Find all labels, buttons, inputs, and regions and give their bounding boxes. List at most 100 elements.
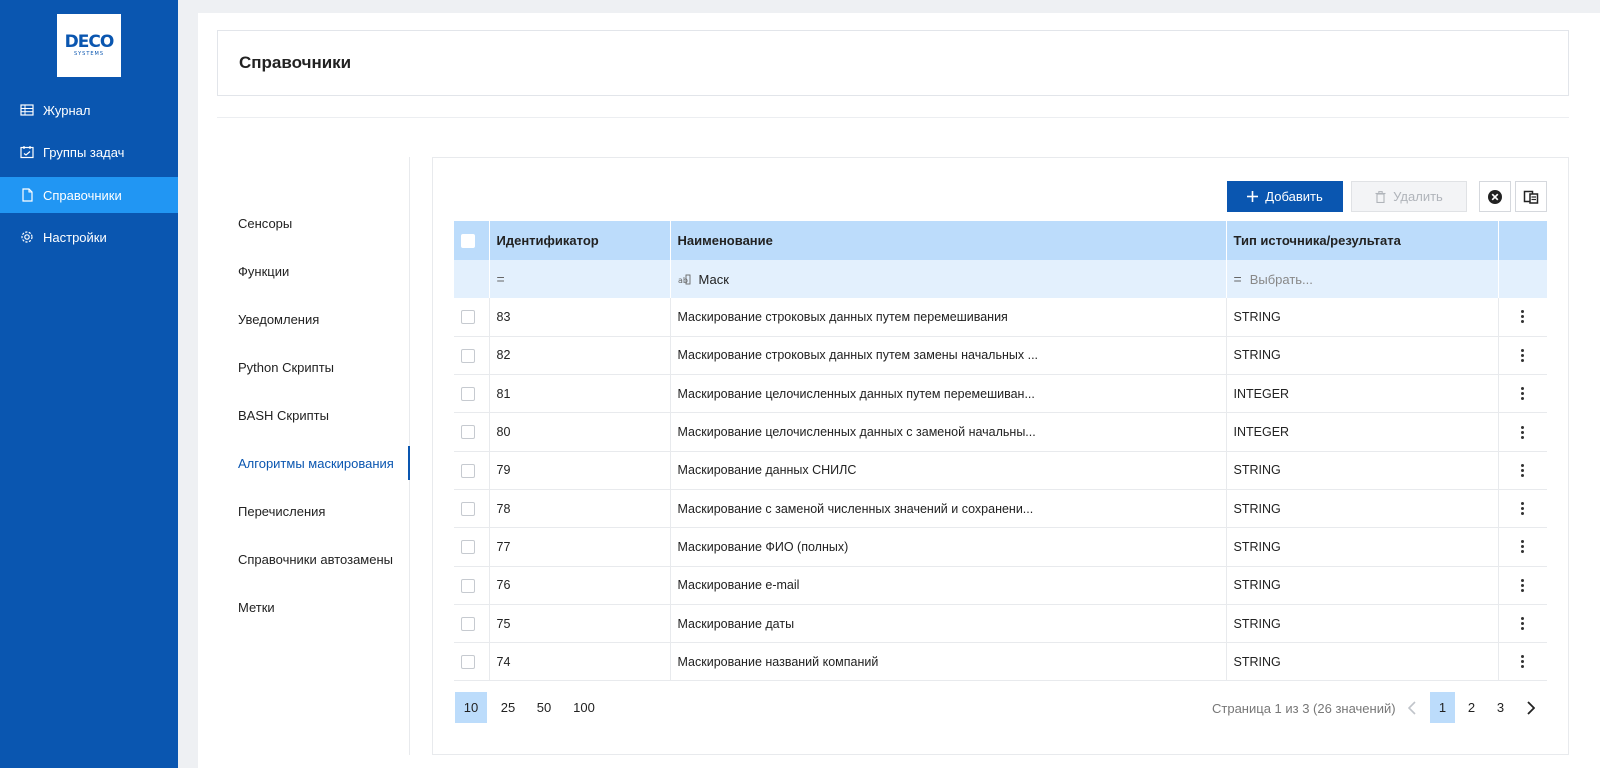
- row-name: Маскирование ФИО (полных): [670, 527, 1227, 567]
- row-name: Маскирование строковых данных путем заме…: [670, 336, 1227, 376]
- row-menu-icon[interactable]: [1506, 425, 1541, 439]
- chevron-right-icon: [1526, 700, 1535, 715]
- logo-subtext: SYSTEMS: [73, 50, 105, 57]
- filter-cell-type[interactable]: =: [1226, 260, 1499, 298]
- subnav-item-masking-algorithms[interactable]: Алгоритмы маскирования: [238, 456, 394, 471]
- next-page-button[interactable]: [1518, 692, 1543, 723]
- subnav-item-functions[interactable]: Функции: [238, 264, 289, 279]
- table-row[interactable]: 77 Маскирование ФИО (полных) STRING: [454, 527, 1547, 567]
- add-button-label: Добавить: [1265, 189, 1323, 204]
- logo[interactable]: DECO SYSTEMS: [57, 14, 121, 77]
- subnav-item-python-scripts[interactable]: Python Скрипты: [238, 360, 334, 375]
- table-header-row: Идентификатор Наименование Тип источника…: [454, 221, 1547, 260]
- row-name: Маскирование с заменой численных значени…: [670, 489, 1227, 529]
- delete-button[interactable]: Удалить: [1351, 181, 1467, 212]
- sidebar-item-label: Справочники: [43, 187, 122, 203]
- row-checkbox[interactable]: [461, 655, 475, 670]
- row-menu-icon[interactable]: [1506, 463, 1541, 477]
- table-row[interactable]: 76 Маскирование e-mail STRING: [454, 566, 1547, 605]
- row-checkbox[interactable]: [461, 540, 475, 555]
- filter-cell-name[interactable]: ab: [670, 260, 1227, 298]
- row-checkbox[interactable]: [461, 387, 475, 402]
- row-type: STRING: [1226, 642, 1499, 682]
- type-filter-select[interactable]: [1249, 271, 1450, 287]
- prev-page-button[interactable]: [1399, 692, 1424, 723]
- table-row[interactable]: 75 Маскирование даты STRING: [454, 604, 1547, 644]
- page-size-10[interactable]: 10: [455, 692, 487, 723]
- row-id: 77: [489, 527, 671, 567]
- subnav-item-autoreplace[interactable]: Справочники автозамены: [238, 552, 393, 567]
- sidebar-item-task-groups[interactable]: Группы задач: [0, 134, 178, 170]
- page-button-3[interactable]: 3: [1488, 692, 1513, 723]
- subnav-item-tags[interactable]: Метки: [238, 600, 275, 615]
- page-title: Справочники: [239, 53, 352, 72]
- row-id: 82: [489, 336, 671, 376]
- column-header-actions: [1498, 221, 1547, 260]
- plus-icon: [1247, 191, 1259, 202]
- row-id: 81: [489, 374, 671, 414]
- subnav-item-bash-scripts[interactable]: BASH Скрипты: [238, 408, 329, 423]
- row-checkbox[interactable]: [461, 348, 475, 363]
- row-type: STRING: [1226, 489, 1499, 529]
- row-menu-icon[interactable]: [1506, 310, 1541, 324]
- filter-cell-actions: [1498, 260, 1547, 298]
- row-id: 83: [489, 298, 671, 337]
- row-checkbox[interactable]: [461, 425, 475, 440]
- sidebar-item-settings[interactable]: Настройки: [0, 219, 178, 255]
- sidebar-item-journal[interactable]: Журнал: [0, 92, 178, 128]
- row-checkbox[interactable]: [461, 463, 475, 478]
- filter-row: = ab =: [454, 260, 1547, 298]
- sidebar-item-label: Настройки: [43, 229, 107, 245]
- subnav-item-enumerations[interactable]: Перечисления: [238, 504, 325, 519]
- row-type: STRING: [1226, 604, 1499, 644]
- row-menu-icon[interactable]: [1506, 348, 1541, 362]
- row-type: STRING: [1226, 451, 1499, 490]
- page-button-1[interactable]: 1: [1430, 692, 1455, 723]
- row-name: Маскирование даты: [670, 604, 1227, 644]
- page-button-2[interactable]: 2: [1459, 692, 1484, 723]
- add-button[interactable]: Добавить: [1227, 181, 1343, 212]
- row-menu-icon[interactable]: [1506, 502, 1541, 516]
- page-size-25[interactable]: 25: [492, 692, 524, 723]
- column-header-type[interactable]: Тип источника/результата: [1226, 221, 1499, 260]
- column-header-id[interactable]: Идентификатор: [489, 221, 671, 260]
- table-row[interactable]: 80 Маскирование целочисленных данных с з…: [454, 412, 1547, 452]
- table-row[interactable]: 83 Маскирование строковых данных путем п…: [454, 298, 1547, 337]
- row-menu-icon[interactable]: [1506, 655, 1541, 669]
- table-row[interactable]: 81 Маскирование целочисленных данных пут…: [454, 374, 1547, 414]
- divider: [217, 117, 1569, 118]
- select-all-checkbox[interactable]: [461, 234, 475, 249]
- row-checkbox[interactable]: [461, 501, 475, 516]
- row-id: 74: [489, 642, 671, 682]
- row-checkbox[interactable]: [461, 616, 475, 631]
- row-id: 76: [489, 566, 671, 605]
- page-size-50[interactable]: 50: [528, 692, 560, 723]
- filter-cell-id[interactable]: =: [489, 260, 671, 298]
- table-row[interactable]: 79 Маскирование данных СНИЛС STRING: [454, 451, 1547, 490]
- columns-button[interactable]: [1515, 181, 1547, 212]
- table-row[interactable]: 82 Маскирование строковых данных путем з…: [454, 336, 1547, 376]
- page-size-100[interactable]: 100: [565, 692, 603, 723]
- sidebar-item-label: Журнал: [43, 102, 91, 118]
- row-checkbox[interactable]: [461, 578, 475, 593]
- subnav-item-sensors[interactable]: Сенсоры: [238, 216, 292, 231]
- row-menu-icon[interactable]: [1506, 540, 1541, 554]
- row-menu-icon[interactable]: [1506, 387, 1541, 401]
- table-row[interactable]: 78 Маскирование с заменой численных знач…: [454, 489, 1547, 529]
- column-header-name[interactable]: Наименование: [670, 221, 1227, 260]
- row-menu-icon[interactable]: [1506, 617, 1541, 631]
- equals-icon: =: [1233, 271, 1242, 287]
- row-checkbox[interactable]: [461, 310, 475, 325]
- sidebar-item-references[interactable]: Справочники: [0, 177, 178, 213]
- row-name: Маскирование строковых данных путем пере…: [670, 298, 1227, 337]
- filter-cell-empty: [454, 260, 490, 298]
- chevron-left-icon: [1407, 700, 1416, 715]
- name-filter-input[interactable]: [698, 271, 899, 287]
- row-type: STRING: [1226, 527, 1499, 567]
- table-row[interactable]: 74 Маскирование названий компаний STRING: [454, 642, 1547, 682]
- clear-filters-button[interactable]: [1479, 181, 1511, 212]
- row-menu-icon[interactable]: [1506, 578, 1541, 592]
- row-name: Маскирование e-mail: [670, 566, 1227, 605]
- trash-icon: [1375, 190, 1386, 203]
- subnav-item-notifications[interactable]: Уведомления: [238, 312, 319, 327]
